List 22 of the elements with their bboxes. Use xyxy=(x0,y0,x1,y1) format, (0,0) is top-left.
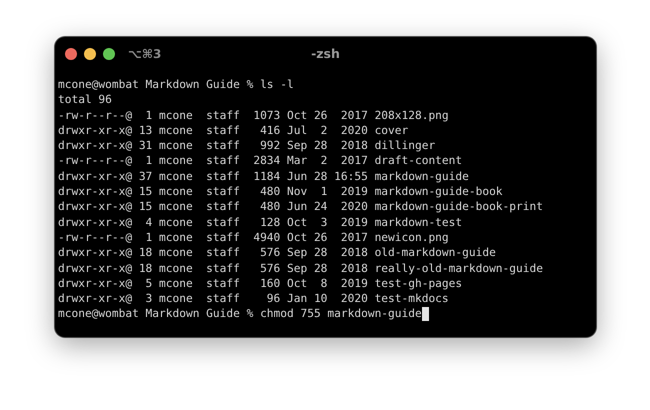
close-button[interactable] xyxy=(65,48,77,60)
terminal-line: drwxr-xr-x@ 37 mcone staff 1184 Jun 28 16:55 markdown-guide xyxy=(58,168,469,184)
terminal-line: drwxr-xr-x@ 5 mcone staff 160 Oct 8 2019 test-gh-pages xyxy=(58,276,462,292)
window-title: -zsh xyxy=(311,46,340,61)
zoom-button[interactable] xyxy=(103,48,115,60)
minimize-button[interactable] xyxy=(84,48,96,60)
terminal-line: drwxr-xr-x@ 3 mcone staff 96 Jan 10 2020 test-mkdocs xyxy=(58,291,449,306)
terminal-line: drwxr-xr-x@ 18 mcone staff 576 Sep 28 2018 old-markdown-guide xyxy=(58,245,496,261)
terminal-line: drwxr-xr-x@ 18 mcone staff 576 Sep 28 2018 really-old-markdown-guide xyxy=(58,260,543,276)
command-input[interactable]: mcone@wombat Markdown Guide % chmod 755 markdown-guide xyxy=(58,306,422,322)
terminal-line: -rw-r--r--@ 1 mcone staff 4940 Oct 26 2017 newicon.png xyxy=(58,230,449,246)
terminal-line: drwxr-xr-x@ 15 mcone staff 480 Nov 1 2019 markdown-guide-book xyxy=(58,184,503,200)
terminal-line: total 96 xyxy=(58,92,112,108)
terminal-line: drwxr-xr-x@ 31 mcone staff 992 Sep 28 2018 dillinger xyxy=(58,138,436,154)
text-cursor-icon xyxy=(422,307,429,322)
terminal-line: drwxr-xr-x@ 4 mcone staff 128 Oct 3 2019 markdown-test xyxy=(58,214,462,230)
terminal-line: mcone@wombat Markdown Guide % ls -l xyxy=(58,77,294,92)
terminal-line: drwxr-xr-x@ 13 mcone staff 416 Jul 2 2020 cover xyxy=(58,122,408,138)
terminal-line: -rw-r--r--@ 1 mcone staff 2834 Mar 2 2017 draft-content xyxy=(58,153,462,169)
terminal-line: drwxr-xr-x@ 15 mcone staff 480 Jun 24 2020 markdown-guide-book-print xyxy=(58,199,543,215)
terminal-line: -rw-r--r--@ 1 mcone staff 1073 Oct 26 2017 208x128.png xyxy=(58,108,449,123)
tab-shortcut: ⌥⌘3 xyxy=(128,46,162,60)
